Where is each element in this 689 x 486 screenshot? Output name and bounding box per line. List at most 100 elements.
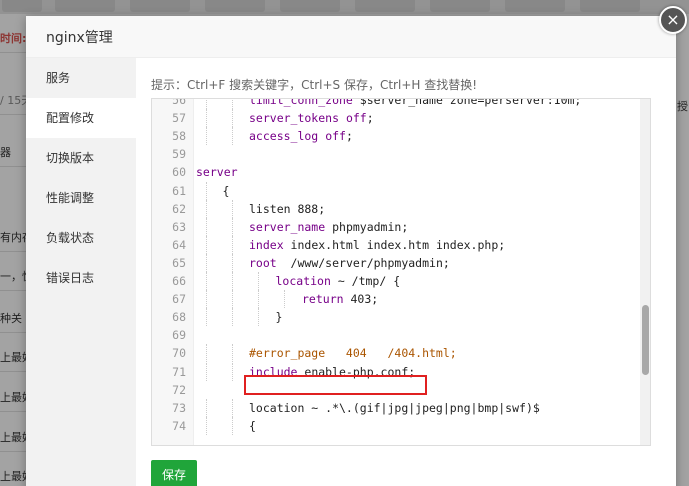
code-text: #error_page 404 /404.html;	[249, 344, 457, 362]
sidebar-item-1[interactable]: 配置修改	[26, 98, 136, 138]
code-text: {	[249, 417, 256, 435]
code-text: return 403;	[302, 290, 378, 308]
dialog-title: nginx管理	[46, 29, 113, 46]
indent-guide	[232, 109, 233, 128]
code-editor[interactable]: 56 limit_conn_zone $server_name zone=pers…	[151, 98, 651, 446]
line-number: 57	[172, 111, 186, 126]
dialog-sidebar: 服务 配置修改 切换版本 性能调整 负载状态 错误日志	[26, 58, 136, 486]
code-token: ;	[345, 129, 353, 144]
line-number: 62	[172, 201, 186, 216]
code-text: root /www/server/phpmyadmin;	[249, 254, 450, 272]
code-text: access_log off;	[249, 127, 353, 145]
indent-guide	[206, 272, 207, 290]
line-number: 64	[172, 237, 186, 252]
indent-guide	[232, 235, 233, 254]
indent-guide	[206, 308, 207, 327]
code-token: location ~ .*\.(gif|jpg|jpeg|png|bmp|swf…	[249, 400, 540, 415]
code-line: 58 access_log off;	[152, 127, 650, 146]
code-text: server	[196, 163, 238, 181]
code-token: {	[222, 183, 230, 198]
nginx-manager-dialog: nginx管理 服务 配置修改 切换版本 性能调整 负载状态 错误日志 提示：Ctrl+F…	[26, 16, 676, 486]
indent-guide	[258, 272, 259, 290]
close-icon[interactable]: ×	[659, 6, 687, 34]
code-line: 70 #error_page 404 /404.html;	[152, 344, 650, 363]
line-number: 56	[172, 98, 186, 107]
line-number: 70	[172, 346, 186, 361]
code-token: ~ /tmp/ {	[330, 274, 401, 288]
code-line: 56 limit_conn_zone $server_name zone=pers…	[152, 98, 650, 109]
sidebar-item-3[interactable]: 性能调整	[26, 178, 136, 218]
indent-guide	[206, 253, 207, 272]
sidebar-item-5[interactable]: 错误日志	[26, 258, 136, 298]
indent-guide	[232, 127, 233, 146]
code-line: 68}	[152, 308, 650, 327]
sidebar-item-0[interactable]: 服务	[26, 58, 136, 98]
code-line: 65 root /www/server/phpmyadmin;	[152, 253, 650, 272]
code-token: access_log	[249, 129, 319, 144]
line-number: 72	[172, 382, 186, 397]
code-line: 61 {	[152, 181, 650, 200]
code-token: return	[302, 292, 344, 307]
code-token: 403;	[343, 292, 379, 307]
code-line: 57 server_tokens off;	[152, 109, 650, 128]
indent-guide	[206, 217, 207, 236]
code-text: limit_conn_zone $server_name zone=perser…	[249, 99, 581, 109]
code-line: 59	[152, 145, 650, 163]
indent-guide	[232, 199, 233, 218]
line-number: 60	[172, 165, 186, 180]
scrollbar-thumb[interactable]	[642, 305, 649, 375]
code-text: listen 888;	[249, 200, 325, 218]
code-text: {	[223, 182, 230, 200]
code-token: off	[345, 111, 367, 126]
code-token: index.html index.htm index.php;	[283, 237, 506, 252]
code-token: ;	[366, 111, 374, 126]
indent-guide	[206, 344, 207, 363]
code-text: server_tokens off;	[249, 109, 374, 127]
indent-guide	[206, 109, 207, 128]
save-button[interactable]: 保存	[151, 460, 197, 486]
code-line: 69	[152, 326, 650, 344]
indent-guide	[206, 99, 207, 109]
line-number: 73	[172, 400, 186, 415]
indent-guide	[232, 217, 233, 236]
code-line: 64 index index.html index.htm index.php;	[152, 235, 650, 254]
code-token: phpmyadmin;	[325, 219, 409, 234]
line-number: 74	[172, 418, 186, 433]
indent-guide	[232, 253, 233, 272]
line-number: 66	[172, 274, 186, 288]
indent-guide	[206, 398, 207, 417]
indent-guide	[232, 99, 233, 109]
code-token: location	[275, 274, 331, 288]
code-text: index index.html index.htm index.php;	[249, 236, 505, 254]
code-token: #error_page 404 /404.html;	[249, 346, 457, 361]
code-text: location ~ .*\.(gif|jpg|jpeg|png|bmp|swf…	[249, 399, 540, 417]
code-text: location ~ /tmp/ {	[276, 272, 401, 290]
code-text: }	[276, 308, 283, 326]
indent-guide	[232, 416, 233, 435]
line-number: 65	[172, 255, 186, 270]
code-token: server_tokens	[249, 111, 340, 126]
dialog-header: nginx管理	[26, 16, 676, 58]
code-line: 63 server_name phpmyadmin;	[152, 217, 650, 236]
code-token: /www/server/phpmyadmin;	[276, 255, 450, 270]
line-number: 67	[172, 292, 186, 307]
code-token: listen 888;	[249, 201, 326, 216]
indent-guide	[232, 398, 233, 417]
indent-guide	[258, 308, 259, 327]
code-line: 73 location ~ .*\.(gif|jpg|jpeg|png|bmp|s…	[152, 398, 650, 417]
indent-guide	[232, 272, 233, 290]
line-number: 71	[172, 364, 186, 379]
code-line: 66 location ~ /tmp/ {	[152, 272, 650, 290]
code-token: server	[196, 165, 238, 180]
indent-guide	[232, 362, 233, 381]
editor-scrollbar[interactable]	[640, 99, 650, 445]
code-line: 60 server	[152, 163, 650, 181]
sidebar-item-4[interactable]: 负载状态	[26, 218, 136, 258]
code-line: 74 {	[152, 416, 650, 435]
indent-guide	[206, 127, 207, 146]
line-number: 59	[172, 147, 186, 162]
indent-guide	[206, 290, 207, 309]
indent-guide	[206, 235, 207, 254]
sidebar-item-2[interactable]: 切换版本	[26, 138, 136, 178]
